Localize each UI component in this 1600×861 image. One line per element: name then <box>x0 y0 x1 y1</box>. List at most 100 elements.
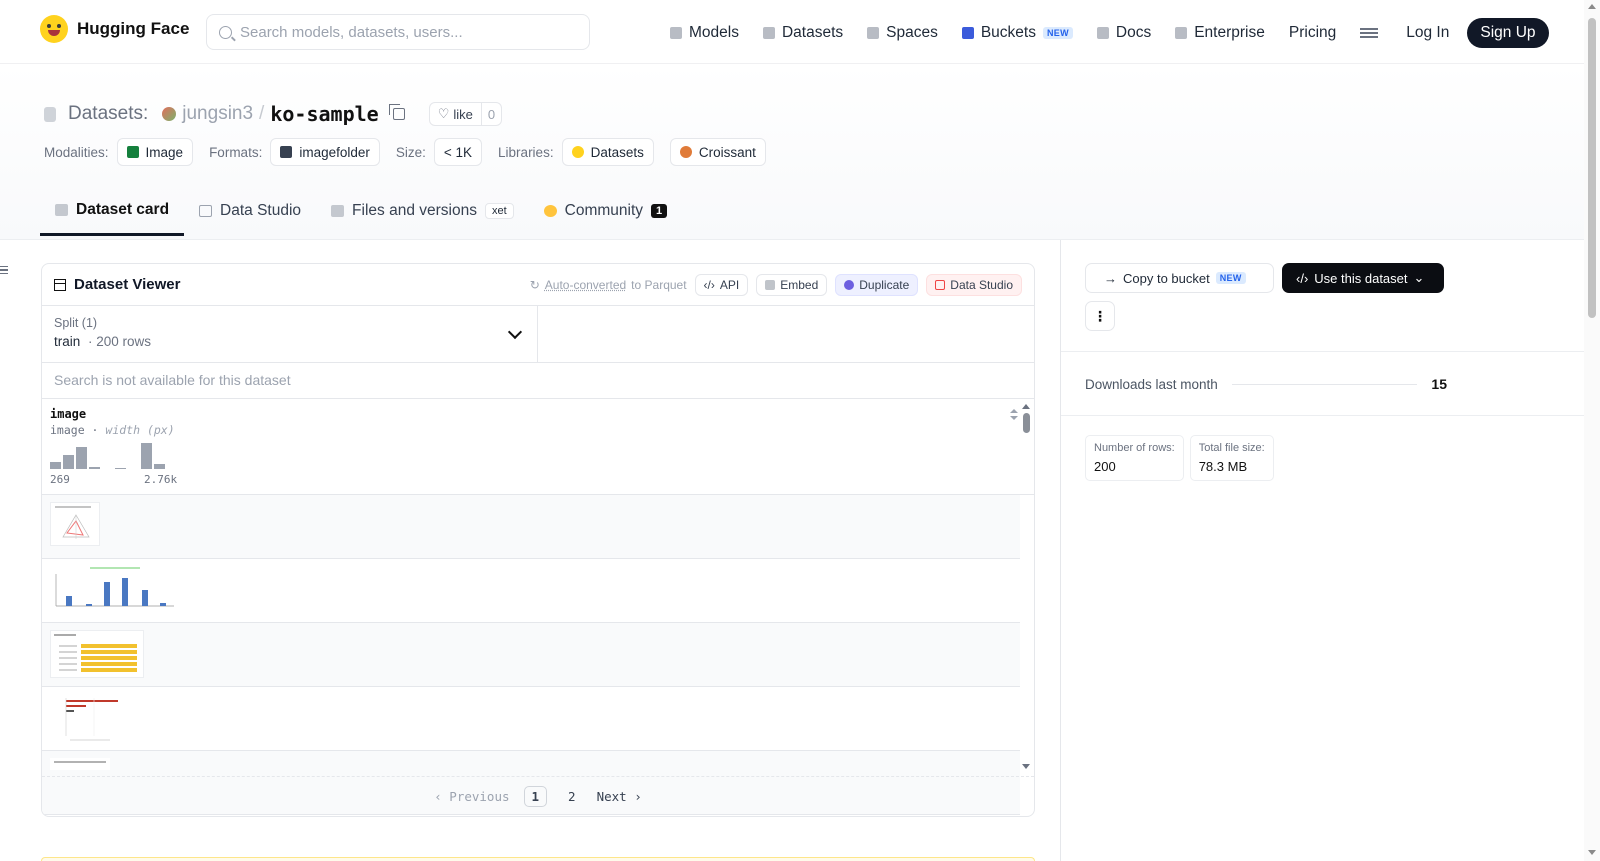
duplicate-icon <box>844 279 855 290</box>
repo-tabs: Dataset card Data Studio Files and versi… <box>40 186 682 238</box>
api-button[interactable]: ‹/› API <box>694 273 749 296</box>
tab-community[interactable]: Community 1 <box>529 186 683 236</box>
split-name: train <box>54 334 81 349</box>
format-chip[interactable]: imagefolder <box>270 138 380 166</box>
dataset-stats: Number of rows: 200 Total file size: 78.… <box>1085 435 1274 481</box>
split-rows-count: 200 rows <box>96 334 152 349</box>
nav-item-models[interactable]: Models <box>670 19 739 47</box>
embed-button[interactable]: Embed <box>756 273 828 296</box>
search-unavailable-notice: Search is not available for this dataset <box>42 363 1034 399</box>
breadcrumb-user[interactable]: jungsin3 <box>182 103 253 125</box>
nav-item-label: Models <box>689 24 739 41</box>
breadcrumb-section[interactable]: Datasets: <box>68 103 148 125</box>
more-menu-icon[interactable] <box>1360 28 1379 38</box>
sidebar-toggle-icon[interactable] <box>0 266 8 274</box>
split-selector[interactable]: Split (1) train · 200 rows <box>42 306 538 362</box>
login-link[interactable]: Log In <box>1406 24 1449 42</box>
embed-icon <box>765 279 776 290</box>
copy-icon[interactable] <box>388 104 405 120</box>
bucket-icon <box>961 27 974 39</box>
nav-item-docs[interactable]: Docs <box>1096 19 1151 47</box>
nav-item-datasets[interactable]: Datasets <box>762 19 843 47</box>
table-row[interactable] <box>42 623 1020 687</box>
viewer-actions: ↻ Auto-converted to Parquet ‹/› API Embed… <box>529 273 1022 296</box>
breadcrumb-separator: / <box>259 103 265 124</box>
image-thumbnail[interactable] <box>50 502 100 546</box>
tab-data-studio[interactable]: Data Studio <box>184 186 316 236</box>
library-chip-datasets[interactable]: Datasets <box>561 138 654 166</box>
modality-label: Image <box>145 144 184 160</box>
size-stat: Total file size: 78.3 MB <box>1189 435 1274 481</box>
table-row[interactable] <box>42 495 1020 559</box>
tab-files-and-versions[interactable]: Files and versions xet <box>316 186 529 236</box>
dataset-viewer: Dataset Viewer ↻ Auto-converted to Parqu… <box>41 263 1035 817</box>
histogram-bar[interactable] <box>141 443 152 469</box>
search-input[interactable] <box>240 23 570 41</box>
scroll-up-icon[interactable] <box>1588 4 1596 9</box>
global-search[interactable] <box>206 14 590 50</box>
tab-dataset-card[interactable]: Dataset card <box>40 186 185 236</box>
page-scrollbar[interactable] <box>1584 0 1600 861</box>
sort-icon[interactable] <box>1010 409 1018 421</box>
spaces-grid-icon <box>867 27 880 39</box>
auto-converted-link[interactable]: Auto-converted <box>545 278 626 292</box>
signup-button[interactable]: Sign Up <box>1467 18 1549 48</box>
page-scroll-thumb[interactable] <box>1588 18 1596 318</box>
histogram-bar[interactable] <box>63 455 74 469</box>
pagination: ‹ Previous 1 2 Next › <box>42 776 1034 816</box>
image-thumbnail[interactable] <box>50 566 178 614</box>
api-label: API <box>719 277 740 292</box>
table-body <box>42 495 1034 815</box>
scroll-up-icon[interactable] <box>1022 404 1030 409</box>
nav-item-pricing[interactable]: Pricing <box>1289 19 1336 47</box>
scroll-down-icon[interactable] <box>1588 850 1596 855</box>
copy-to-bucket-button[interactable]: → Copy to bucket NEW <box>1085 263 1274 293</box>
like-count: 0 <box>487 106 496 122</box>
like-button[interactable]: ♡ like 0 <box>428 102 503 126</box>
enterprise-icon <box>1175 27 1188 39</box>
column-header-image: image image · width (px) 269 2.76k <box>42 399 1034 495</box>
histogram-bar[interactable] <box>115 468 126 469</box>
repo-header: Datasets: jungsin3 / ko-sample ♡ like 0 M… <box>0 64 1584 240</box>
embed-label: Embed <box>780 277 819 292</box>
rows-value: 200 <box>1094 459 1116 474</box>
size-chip[interactable]: < 1K <box>433 138 483 166</box>
auto-converted-suffix: to Parquet <box>631 277 687 292</box>
new-badge: NEW <box>1215 272 1246 284</box>
repo-name[interactable]: ko-sample <box>270 102 378 126</box>
previous-page-button[interactable]: ‹ Previous <box>434 789 509 804</box>
page-button-1[interactable]: 1 <box>523 786 548 807</box>
more-options-button[interactable]: ⋮ <box>1085 301 1115 331</box>
refresh-icon: ↻ <box>529 277 540 292</box>
image-thumbnail[interactable] <box>50 630 144 678</box>
column-type: image · width (px) <box>50 423 175 437</box>
nav-item-buckets[interactable]: Buckets NEW <box>961 19 1073 47</box>
next-page-button[interactable]: Next › <box>597 789 642 804</box>
brand-link[interactable]: Hugging Face <box>40 15 189 43</box>
table-row[interactable] <box>42 559 1020 623</box>
histogram-bar[interactable] <box>154 464 165 469</box>
modality-chip[interactable]: Image <box>116 138 194 166</box>
column-name: image <box>50 407 87 421</box>
top-navbar: Hugging Face Models Datasets Spaces Buck… <box>0 0 1584 64</box>
page-button-2[interactable]: 2 <box>561 787 583 806</box>
histogram-bar[interactable] <box>50 462 61 469</box>
library-label: Croissant <box>698 144 756 160</box>
nav-item-label: Buckets <box>980 24 1036 41</box>
croissant-icon <box>679 146 692 158</box>
table-row[interactable] <box>42 687 1020 751</box>
nav-item-enterprise[interactable]: Enterprise <box>1175 19 1265 47</box>
histogram-bar[interactable] <box>89 467 100 469</box>
scroll-down-icon[interactable] <box>1022 764 1030 769</box>
nav-item-spaces[interactable]: Spaces <box>867 19 938 47</box>
image-thumbnail[interactable] <box>50 758 110 770</box>
table-scrollbar[interactable] <box>1023 413 1030 433</box>
use-this-dataset-button[interactable]: ‹/› Use this dataset ⌄ <box>1282 263 1444 293</box>
size-value: < 1K <box>443 144 473 160</box>
data-studio-button[interactable]: Data Studio <box>926 273 1022 296</box>
histogram-bar[interactable] <box>76 447 87 469</box>
duplicate-button[interactable]: Duplicate <box>835 273 919 296</box>
data-studio-icon <box>935 279 946 290</box>
library-chip-croissant[interactable]: Croissant <box>669 138 766 166</box>
image-thumbnail[interactable] <box>50 694 122 742</box>
